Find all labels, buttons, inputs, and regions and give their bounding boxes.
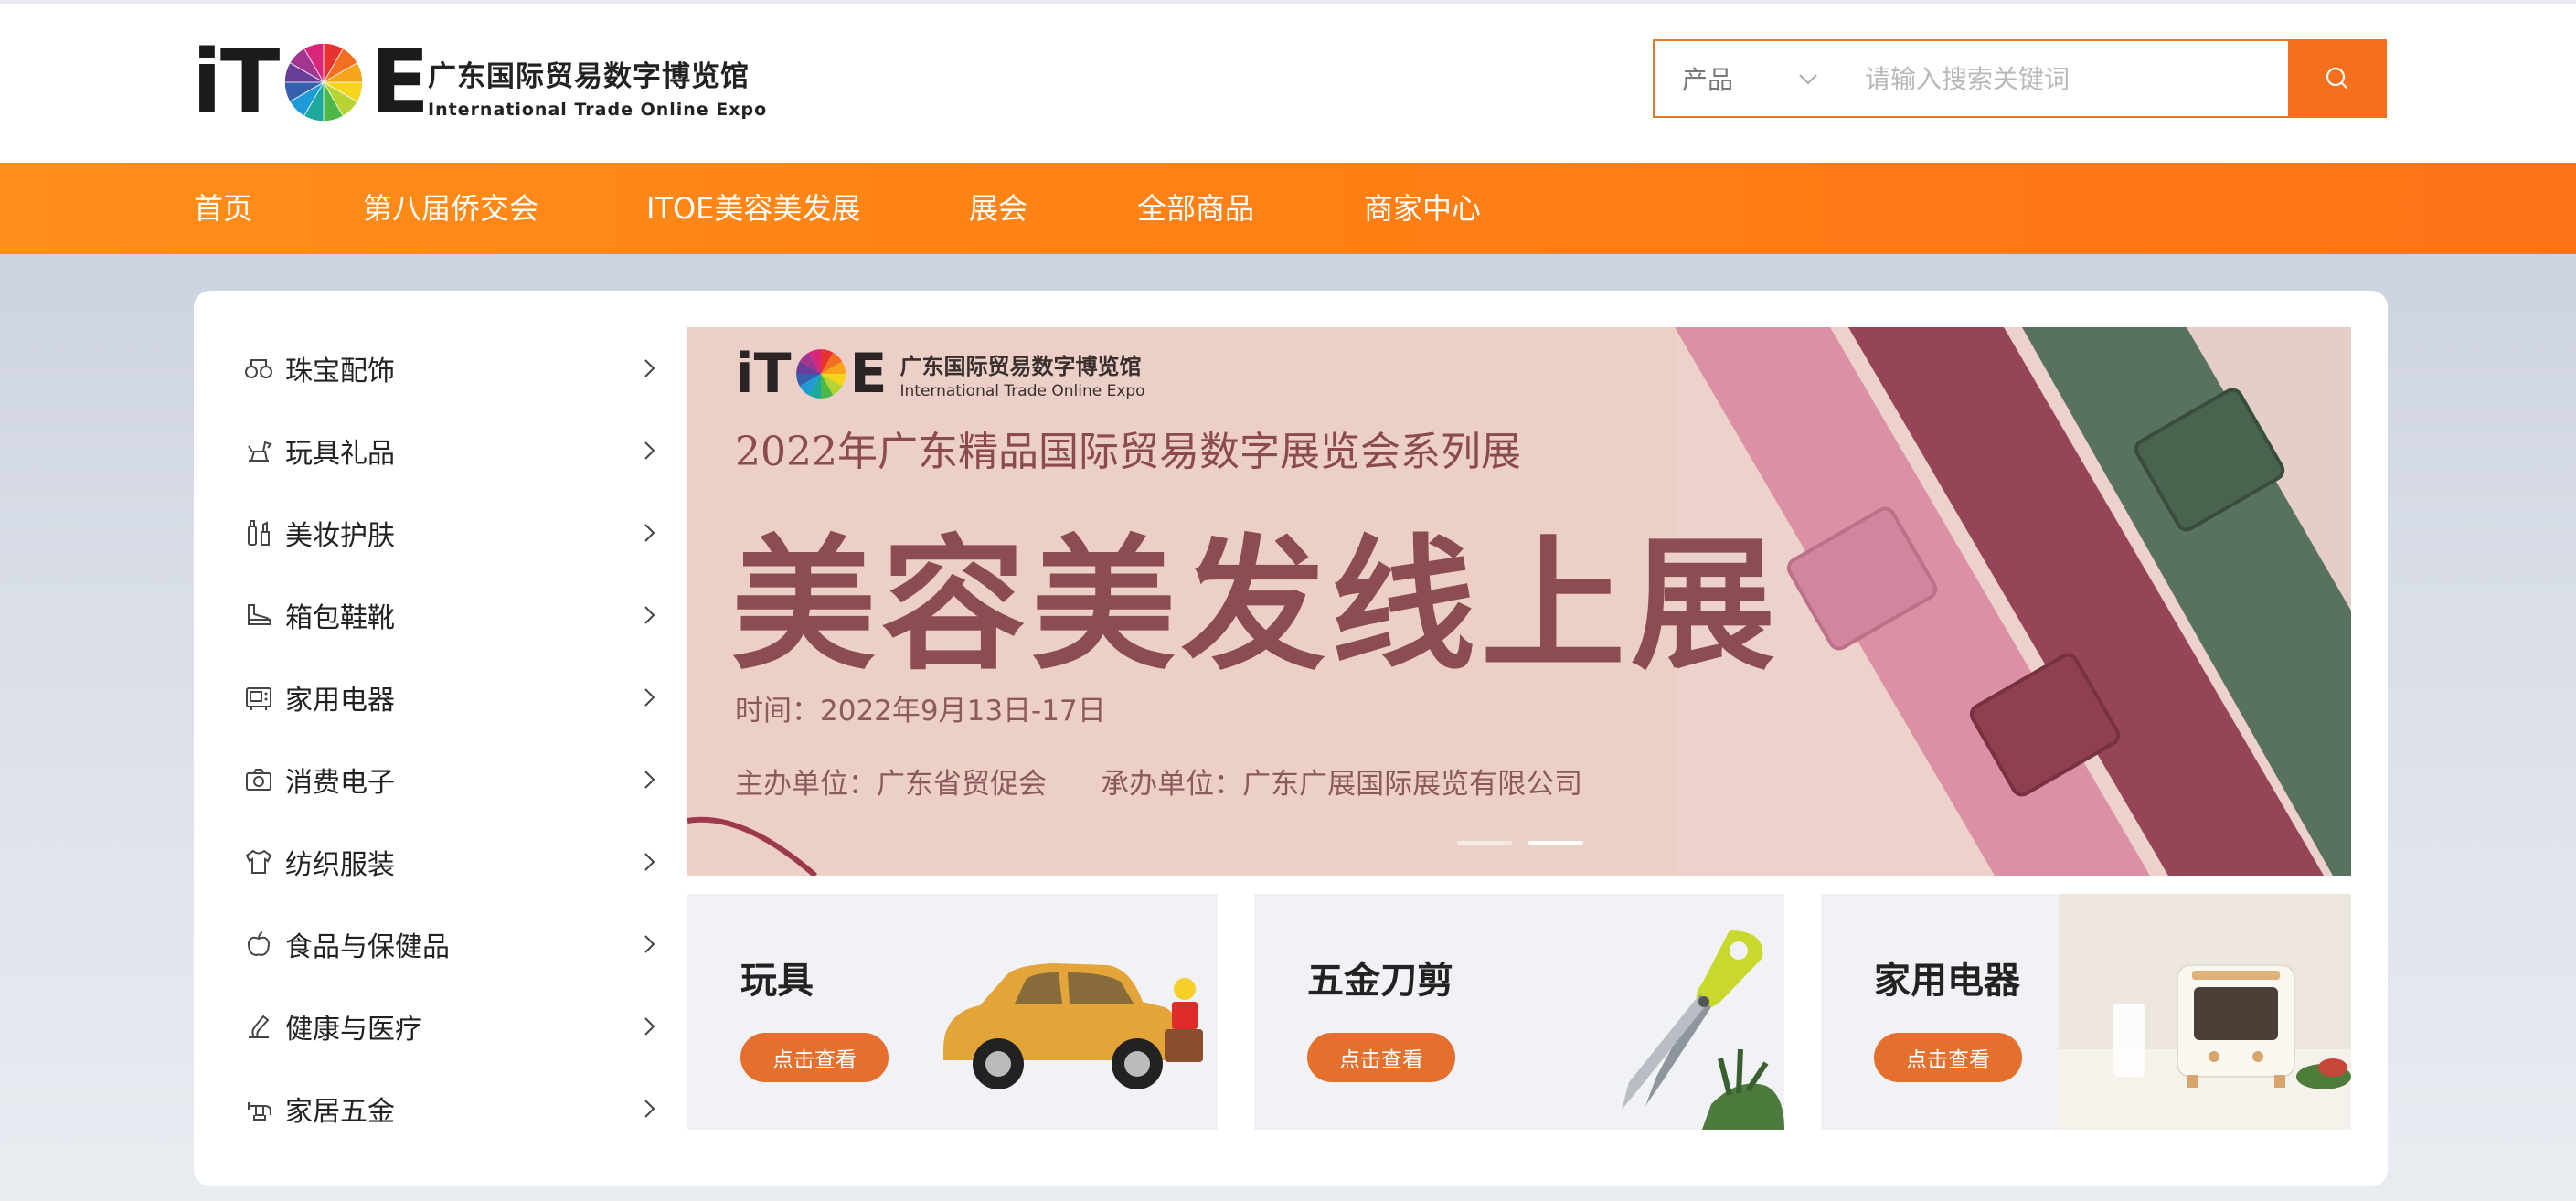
- search-bar: 产品: [1653, 39, 2387, 118]
- chevron-right-icon: [644, 935, 655, 953]
- chevron-down-icon: [1799, 74, 1817, 85]
- nav-all-products[interactable]: 全部商品: [1137, 163, 1254, 254]
- banner-subtitle: 2022年广东精品国际贸易数字展览会系列展: [735, 429, 1521, 475]
- card-title: 家用电器: [1874, 960, 2020, 1002]
- chevron-right-icon: [644, 688, 655, 707]
- card-appliances[interactable]: 家用电器 点击查看: [1821, 894, 2351, 1130]
- banner-time: 时间：2022年9月13日-17日: [735, 695, 1106, 728]
- category-item-textiles[interactable]: 纺织服装: [230, 821, 669, 903]
- nav-home[interactable]: 首页: [194, 163, 252, 254]
- category-label: 玩具礼品: [285, 438, 395, 470]
- card-title: 五金刀剪: [1307, 960, 1453, 1002]
- cosmetics-icon: [248, 520, 270, 546]
- chevron-right-icon: [644, 441, 655, 460]
- site-logo[interactable]: iT E 广东国际贸易数字博览馆 International Trade Onl…: [192, 31, 766, 133]
- chevron-right-icon: [644, 606, 655, 624]
- category-label: 食品与保健品: [285, 931, 450, 963]
- category-label: 家用电器: [285, 685, 395, 717]
- apple-icon: [247, 931, 271, 957]
- ribbon-curl-decoration: [687, 816, 817, 876]
- site-header: iT E 广东国际贸易数字博览馆 International Trade Onl…: [0, 4, 2576, 163]
- carousel-dot-2[interactable]: [1528, 841, 1583, 845]
- category-item-toys[interactable]: 玩具礼品: [230, 409, 669, 492]
- clothing-icon: [245, 849, 272, 874]
- category-label: 健康与医疗: [285, 1014, 422, 1046]
- chevron-right-icon: [644, 359, 655, 377]
- banner-logo-letters-left: iT: [735, 342, 792, 406]
- nav-exhibitions[interactable]: 展会: [969, 163, 1027, 254]
- category-label: 美妆护肤: [285, 520, 395, 552]
- nav-merchant-center[interactable]: 商家中心: [1364, 163, 1481, 254]
- search-button[interactable]: [2288, 39, 2387, 118]
- category-label: 箱包鞋靴: [285, 602, 395, 634]
- chevron-right-icon: [644, 1017, 655, 1036]
- category-item-health[interactable]: 健康与医疗: [230, 985, 669, 1068]
- logo-name-en: International Trade Online Expo: [428, 100, 768, 120]
- chevron-right-icon: [644, 771, 655, 789]
- color-wheel-icon: [285, 43, 363, 122]
- health-icon: [249, 1015, 270, 1038]
- category-item-hardware[interactable]: 家居五金: [230, 1068, 669, 1150]
- pruning-shears-image: [1622, 930, 1784, 1130]
- card-title: 玩具: [740, 960, 814, 1002]
- search-input[interactable]: [1865, 41, 2294, 116]
- logo-letters-right: E: [369, 31, 430, 133]
- faucet-icon: [248, 1102, 271, 1121]
- toy-horse-icon: [248, 441, 272, 462]
- toaster-oven-image: [2059, 894, 2351, 1130]
- search-category-label: 产品: [1682, 65, 1734, 95]
- category-item-food[interactable]: 食品与保健品: [230, 903, 669, 985]
- logo-letters-left: iT: [192, 31, 280, 133]
- hero-banner[interactable]: iT E 广东国际贸易数字博览馆 International Trade Onl…: [687, 327, 2351, 876]
- color-wheel-icon: [795, 349, 846, 399]
- category-item-electronics[interactable]: 消费电子: [230, 739, 669, 821]
- banner-logo-name-en: International Trade Online Expo: [899, 381, 1145, 400]
- category-item-appliances[interactable]: 家用电器: [230, 656, 669, 739]
- chevron-right-icon: [644, 524, 655, 542]
- logo-name-cn: 广东国际贸易数字博览馆: [428, 60, 750, 93]
- logo-wordmark: iT E: [192, 31, 430, 133]
- shoe-icon: [248, 604, 272, 625]
- jewelry-icon: [245, 359, 272, 378]
- main-nav: 首页 第八届侨交会 ITOE美容美发展 展会 全部商品 商家中心: [0, 163, 2576, 254]
- card-view-button[interactable]: 点击查看: [1307, 1033, 1455, 1082]
- category-item-cosmetics[interactable]: 美妆护肤: [230, 492, 669, 574]
- card-hardware[interactable]: 五金刀剪 点击查看: [1254, 894, 1784, 1130]
- search-category-select[interactable]: 产品: [1655, 41, 1851, 116]
- banner-logo-letters-right: E: [849, 342, 888, 406]
- banner-logo-name-cn: 广东国际贸易数字博览馆: [899, 353, 1142, 379]
- logo-text: 广东国际贸易数字博览馆 International Trade Online E…: [428, 53, 767, 120]
- camera-icon: [246, 769, 271, 791]
- chevron-right-icon: [644, 1100, 655, 1118]
- banner-logo: iT E 广东国际贸易数字博览馆 International Trade Onl…: [735, 342, 1145, 406]
- banner-organizer: 主办单位：广东省贸促会 承办单位：广东广展国际展览有限公司: [735, 768, 1583, 801]
- nav-canton-fair[interactable]: 第八届侨交会: [363, 163, 538, 254]
- toy-car-image: [943, 963, 1203, 1089]
- search-icon: [2326, 67, 2348, 90]
- card-toys[interactable]: 玩具 点击查看: [687, 894, 1218, 1130]
- category-label: 珠宝配饰: [285, 356, 395, 388]
- category-item-jewelry[interactable]: 珠宝配饰: [230, 327, 669, 409]
- nav-beauty-expo[interactable]: ITOE美容美发展: [646, 163, 860, 254]
- content-panel: 珠宝配饰 玩具礼品 美妆护肤 箱包鞋靴 家用电器 消费电子 纺织服装 食品与保健…: [194, 291, 2388, 1186]
- banner-logo-text: 广东国际贸易数字博览馆 International Trade Online E…: [900, 348, 1145, 400]
- category-label: 家居五金: [285, 1096, 395, 1128]
- banner-title: 美容美发线上展: [731, 521, 1781, 690]
- chevron-right-icon: [644, 853, 655, 871]
- card-view-button[interactable]: 点击查看: [740, 1033, 889, 1082]
- appliance-icon: [246, 687, 271, 710]
- category-label: 纺织服装: [285, 849, 395, 881]
- carousel-dot-1[interactable]: [1457, 841, 1512, 845]
- category-item-bags-shoes[interactable]: 箱包鞋靴: [230, 574, 669, 656]
- card-view-button[interactable]: 点击查看: [1874, 1033, 2022, 1082]
- category-label: 消费电子: [285, 767, 395, 799]
